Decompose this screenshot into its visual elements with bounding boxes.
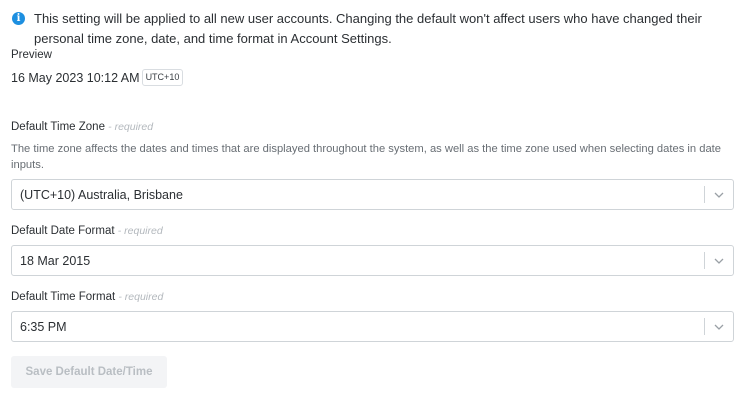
date-format-label-text: Default Date Format — [11, 225, 115, 237]
time-format-select[interactable]: 6:35 PM — [11, 311, 734, 342]
time-zone-label-text: Default Time Zone — [11, 121, 105, 133]
chevron-down-icon[interactable] — [705, 312, 733, 341]
time-zone-select[interactable]: (UTC+10) Australia, Brisbane — [11, 179, 734, 210]
info-text: This setting will be applied to all new … — [34, 11, 702, 46]
time-format-value: 6:35 PM — [20, 319, 67, 334]
date-format-label: Default Date Format - required — [11, 225, 163, 237]
info-icon: i — [12, 12, 25, 25]
preview-row: 16 May 2023 10:12 AM UTC+10 — [11, 69, 184, 86]
time-zone-value: (UTC+10) Australia, Brisbane — [20, 187, 183, 202]
preview-label: Preview — [11, 49, 52, 61]
date-format-select[interactable]: 18 Mar 2015 — [11, 245, 734, 276]
required-hint: - required — [117, 225, 163, 237]
timezone-badge: UTC+10 — [141, 69, 184, 86]
info-message: i This setting will be applied to all ne… — [12, 9, 732, 49]
required-hint: - required — [108, 121, 154, 133]
time-zone-label: Default Time Zone - required — [11, 121, 153, 133]
preview-value: 16 May 2023 10:12 AM — [11, 70, 140, 85]
time-format-label-text: Default Time Format — [11, 291, 116, 303]
time-zone-description: The time zone affects the dates and time… — [11, 143, 721, 171]
chevron-down-icon[interactable] — [705, 180, 733, 209]
save-default-button[interactable]: Save Default Date/Time — [11, 356, 167, 388]
date-format-value: 18 Mar 2015 — [20, 253, 91, 268]
chevron-down-icon[interactable] — [705, 246, 733, 275]
required-hint: - required — [118, 291, 164, 303]
time-format-label: Default Time Format - required — [11, 291, 163, 303]
